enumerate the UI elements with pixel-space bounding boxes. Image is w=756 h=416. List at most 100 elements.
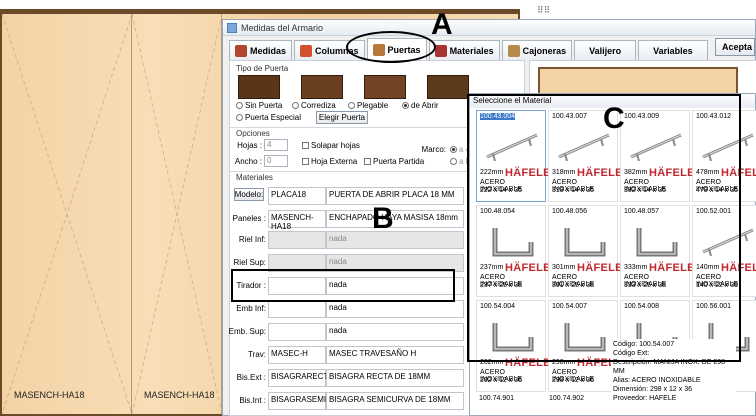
checkbox-solapar[interactable]: Solapar hojas <box>302 141 360 150</box>
tipo-title: Tipo de Puerta <box>236 64 289 73</box>
tooltip-alias: Alias: ACERO INOXIDABLE <box>613 377 701 384</box>
tab-label: Materiales <box>449 45 494 56</box>
material-code-cell[interactable] <box>268 300 326 318</box>
checkbox-label: Solapar hojas <box>311 141 360 150</box>
door-type-abrir-image[interactable] <box>427 75 469 99</box>
dialog-title: Medidas del Armario <box>241 22 324 33</box>
material-row-label: Riel Sup: <box>233 258 266 267</box>
tab-materiales[interactable]: Materiales <box>428 40 500 60</box>
tab-icon <box>300 44 313 57</box>
tooltip-dimension: Dimensión: 298 x 12 x 36 <box>613 386 692 393</box>
radio-circle <box>450 158 457 165</box>
tab-label: Valijero <box>589 45 622 56</box>
material-desc-cell[interactable]: BISAGRA RECTA DE 18MM <box>326 369 464 387</box>
door-type-corrediza-image[interactable] <box>301 75 343 99</box>
door-type-plegable-image[interactable] <box>364 75 406 99</box>
radio-circle <box>402 102 409 109</box>
more-code-1[interactable]: 100.74.901 <box>479 395 514 402</box>
checkbox-label: Puerta Partida <box>373 157 425 166</box>
accept-button[interactable]: Acepta <box>715 38 755 56</box>
radio-label: Puerta Especial <box>245 113 302 122</box>
tab-cajoneras[interactable]: Cajoneras <box>501 40 573 60</box>
material-desc-cell[interactable]: ENCHAPADO HAYA MASISA 18mm <box>326 210 464 228</box>
material-code-cell[interactable]: BISAGRARECTA <box>268 369 333 387</box>
checkbox-label: Hoja Externa <box>311 157 358 166</box>
material-dimensions: 202 x 12 x 36 <box>480 377 523 384</box>
radio-circle <box>450 146 457 153</box>
checkbox-box <box>302 158 309 165</box>
tab-valijero[interactable]: Valijero <box>574 40 637 60</box>
material-row-label: Emb Inf: <box>236 304 266 313</box>
checkbox-box <box>302 142 309 149</box>
tab-icon <box>434 44 447 57</box>
material-code-cell[interactable]: MASENCH-HA18 <box>268 210 326 231</box>
tab-icon <box>235 44 247 57</box>
annotation-letter-c: C <box>603 102 625 135</box>
material-desc-cell[interactable]: BISAGRA SEMICURVA DE 18MM <box>326 392 464 410</box>
tab-label: Cajoneras <box>522 45 567 56</box>
door-label-right: MASENCH-HA18 <box>144 390 215 400</box>
material-desc-cell[interactable]: nada <box>326 323 464 341</box>
radio-label: Corrediza <box>301 101 336 110</box>
tab-strip: Medidas Columnas Puertas Materiales Cajonera… <box>229 38 708 60</box>
radio-tipo-1[interactable]: Sin Puerta <box>236 101 282 110</box>
material-code-cell[interactable]: BISAGRASEMIC <box>268 392 332 410</box>
dialog-titlebar: Medidas del Armario <box>223 20 755 36</box>
material-dimensions: 298 x 12 x 36 <box>552 377 595 384</box>
tab-label: Medidas <box>250 45 287 56</box>
tab-medidas[interactable]: Medidas <box>229 40 293 60</box>
tab-label: Variables <box>653 45 693 56</box>
material-row-label: Riel Inf: <box>238 235 266 244</box>
radio-circle <box>236 102 243 109</box>
tab-variables[interactable]: Variables <box>638 40 708 60</box>
checkbox-box <box>364 158 371 165</box>
modelo-button[interactable]: Modelo: <box>234 188 264 201</box>
ancho-field[interactable]: 0 <box>264 155 288 167</box>
radio-label: Plegable <box>357 101 389 110</box>
tooltip-proveedor: Proveedor: HAFELE <box>613 395 677 402</box>
window-controls-icon: ⠿⠿ <box>537 5 551 15</box>
checkbox-externa[interactable]: Hoja Externa <box>302 157 357 166</box>
material-desc-cell[interactable]: MASEC TRAVESAÑO H <box>326 346 464 364</box>
ancho-label: Ancho : <box>234 157 262 166</box>
opciones-title: Opciones <box>236 129 270 138</box>
material-row-label: Emb. Sup: <box>228 327 266 336</box>
radio-tipo-3[interactable]: Plegable <box>348 101 388 110</box>
top-strip <box>0 0 756 9</box>
elegir-puerta-button[interactable]: Elegir Puerta <box>316 111 368 124</box>
material-row-label: Bis.Ext : <box>236 373 266 382</box>
material-row-label: Trav: <box>248 350 266 359</box>
material-desc-cell[interactable]: nada <box>326 231 464 249</box>
radio-tipo-4[interactable]: de Abrir <box>402 101 439 110</box>
radio-circle <box>236 114 243 121</box>
radio-tipo-2[interactable]: Corrediza <box>292 101 336 110</box>
material-row-label: Paneles : <box>232 214 266 223</box>
annotation-box-b <box>231 269 455 302</box>
hojas-label: Hojas : <box>237 141 262 150</box>
material-row-label: Bis.Int : <box>239 396 266 405</box>
material-desc-cell[interactable]: PUERTA DE ABRIR PLACA 18 MM <box>326 187 464 205</box>
door-type-sin-puerta-image[interactable] <box>238 75 280 99</box>
radio-label: Sin Puerta <box>245 101 283 110</box>
material-desc-cell[interactable]: nada <box>326 300 464 318</box>
radio-circle <box>292 102 299 109</box>
material-code-cell[interactable] <box>268 231 326 249</box>
app-icon <box>227 22 237 33</box>
checkbox-partida[interactable]: Puerta Partida <box>364 157 424 166</box>
material-code-cell[interactable]: MASEC-H <box>268 346 326 364</box>
door-label-left: MASENCH-HA18 <box>14 390 85 400</box>
hojas-field[interactable]: 4 <box>264 139 288 151</box>
annotation-letter-b: B <box>372 202 394 235</box>
door-cross-lines <box>2 14 222 414</box>
tab-icon <box>507 44 520 57</box>
radio-label: de Abrir <box>411 101 439 110</box>
more-code-2[interactable]: 100.74.902 <box>549 395 584 402</box>
radio-puerta-especial[interactable]: Puerta Especial <box>236 113 301 122</box>
annotation-oval-a <box>346 31 436 63</box>
marco-label: Marco: <box>421 145 446 154</box>
materiales-title: Materiales <box>236 173 273 182</box>
material-code-cell[interactable] <box>268 323 326 341</box>
material-code-cell[interactable]: PLACA18 <box>268 187 326 205</box>
door-type-images <box>238 75 469 99</box>
radio-circle <box>348 102 355 109</box>
